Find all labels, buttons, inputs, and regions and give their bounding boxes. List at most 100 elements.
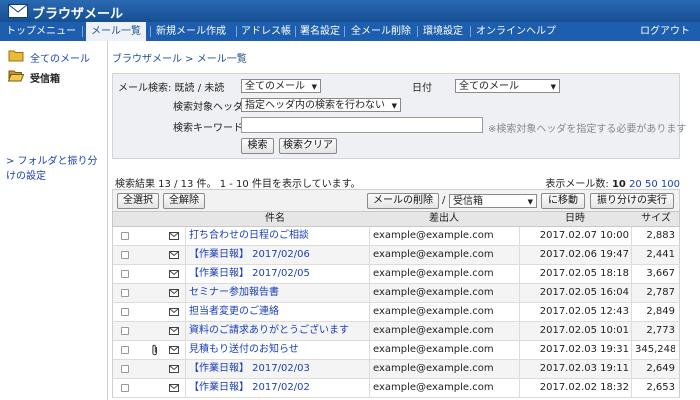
search-clear-button[interactable]: 検索クリア xyxy=(279,138,337,154)
result-count: 検索結果 13 / 13 件。 1 - 10 件目を表示しています。 xyxy=(115,179,361,190)
table-row[interactable]: 【作業日報】 2017/02/03 example@example.com 2017… xyxy=(112,360,680,379)
envelope-icon xyxy=(169,251,179,259)
chevron-down-icon: ▼ xyxy=(391,102,397,110)
nav-signature[interactable]: 署名設定 xyxy=(300,22,340,41)
search-panel: メール検索: 既読 / 未読 全てのメール ▼ 日付 全てのメール ▼ 検索対象… xyxy=(112,73,686,159)
row-checkbox[interactable] xyxy=(121,346,129,354)
mail-date: 2017.02.05 12:43 xyxy=(539,306,629,317)
table-header: 件名 差出人 日時 サイズ xyxy=(112,211,680,227)
column-divider xyxy=(631,284,632,302)
date-select[interactable]: 全てのメール ▼ xyxy=(455,79,560,93)
column-divider xyxy=(519,265,520,283)
sidebar-item-label: 全てのメール xyxy=(30,54,90,65)
mail-size: 2,773 xyxy=(646,325,675,336)
mail-size: 2,441 xyxy=(646,249,675,260)
mail-subject[interactable]: 【作業日報】 2017/02/05 xyxy=(189,265,367,283)
main-nav: トップメニュー メール一覧 新規メール作成 アドレス帳 署名設定 全メール削除 … xyxy=(0,22,700,41)
nav-compose[interactable]: 新規メール作成 xyxy=(156,22,226,41)
column-divider xyxy=(631,227,632,245)
column-divider xyxy=(185,284,186,302)
move-folder-value: 受信箱 xyxy=(453,196,483,207)
row-checkbox[interactable] xyxy=(121,289,129,297)
table-row[interactable]: 【作業日報】 2017/02/06 example@example.com 2017… xyxy=(112,246,680,265)
column-subject[interactable]: 件名 xyxy=(185,212,365,226)
mail-subject[interactable]: 打ち合わせの日程のご相談 xyxy=(189,227,367,245)
column-size[interactable]: サイズ xyxy=(631,212,681,226)
header-select[interactable]: 指定ヘッダ内の検索を行わない ▼ xyxy=(241,98,401,112)
app-title: ブラウザメール xyxy=(32,7,124,22)
row-checkbox[interactable] xyxy=(121,232,129,240)
nav-top-menu[interactable]: トップメニュー xyxy=(6,22,76,41)
column-divider xyxy=(369,341,370,359)
row-checkbox[interactable] xyxy=(121,270,129,278)
table-row[interactable]: 【作業日報】 2017/02/05 example@example.com 2017… xyxy=(112,265,680,284)
mail-subject[interactable]: セミナー参加報告書 xyxy=(189,284,367,302)
table-row[interactable]: 資料のご請求ありがとうございます example@example.com 2017.… xyxy=(112,322,680,341)
column-divider xyxy=(369,246,370,264)
nav-online-help[interactable]: オンラインヘルプ xyxy=(476,22,556,41)
table-row[interactable]: 見積もり送付のお知らせ example@example.com 2017.02.03… xyxy=(112,341,680,360)
deselect-all-button[interactable]: 全解除 xyxy=(163,193,205,209)
envelope-icon xyxy=(169,327,179,335)
row-checkbox[interactable] xyxy=(121,251,129,259)
nav-separator xyxy=(295,26,296,37)
breadcrumb: ブラウザメール > メール一覧 xyxy=(112,54,247,65)
nav-mail-list[interactable]: メール一覧 xyxy=(86,22,146,41)
table-row[interactable]: 【作業日報】 2017/02/02 example@example.com 2017… xyxy=(112,379,680,398)
mail-from: example@example.com xyxy=(373,382,494,393)
nav-settings[interactable]: 環境設定 xyxy=(423,22,463,41)
table-row[interactable]: セミナー参加報告書 example@example.com 2017.02.05 1… xyxy=(112,284,680,303)
row-checkbox[interactable] xyxy=(121,365,129,373)
select-all-button[interactable]: 全選択 xyxy=(117,193,159,209)
row-checkbox[interactable] xyxy=(121,327,129,335)
envelope-icon xyxy=(169,289,179,297)
logout-link[interactable]: ログアウト xyxy=(640,22,690,41)
attachment-icon xyxy=(152,344,157,356)
search-button[interactable]: 検索 xyxy=(241,138,274,154)
row-checkbox[interactable] xyxy=(121,384,129,392)
column-divider xyxy=(369,284,370,302)
column-date[interactable]: 日時 xyxy=(519,212,631,226)
header-label: 検索対象ヘッダ xyxy=(173,102,243,113)
nav-separator xyxy=(344,26,345,37)
chevron-down-icon: ▼ xyxy=(311,83,317,91)
mail-subject[interactable]: 【作業日報】 2017/02/06 xyxy=(189,246,367,264)
column-from[interactable]: 差出人 xyxy=(369,212,519,226)
mail-subject[interactable]: 資料のご請求ありがとうございます xyxy=(189,322,367,340)
mail-date: 2017.02.02 18:32 xyxy=(539,382,629,393)
mail-subject[interactable]: 担当者変更のご連絡 xyxy=(189,303,367,321)
envelope-icon xyxy=(169,384,179,392)
mail-from: example@example.com xyxy=(373,325,494,336)
read-status-select[interactable]: 全てのメール ▼ xyxy=(241,79,321,93)
nav-separator xyxy=(470,26,471,37)
column-divider xyxy=(519,227,520,245)
envelope-icon xyxy=(169,232,179,240)
mail-table: 件名 差出人 日時 サイズ 打ち合わせの日程のご相談 example@exampl… xyxy=(112,211,680,398)
column-divider xyxy=(185,246,186,264)
column-divider xyxy=(519,379,520,397)
table-row[interactable]: 担当者変更のご連絡 example@example.com 2017.02.05 1… xyxy=(112,303,680,322)
table-row[interactable]: 打ち合わせの日程のご相談 example@example.com 2017.02.0… xyxy=(112,227,680,246)
nav-address-book[interactable]: アドレス帳 xyxy=(241,22,291,41)
move-folder-select[interactable]: 受信箱 ▼ xyxy=(449,194,537,208)
nav-delete-all[interactable]: 全メール削除 xyxy=(351,22,411,41)
move-button[interactable]: に移動 xyxy=(541,193,585,209)
sidebar-item-label: 受信箱 xyxy=(30,74,60,85)
column-divider xyxy=(631,265,632,283)
mail-subject[interactable]: 見積もり送付のお知らせ xyxy=(189,341,367,359)
read-status-label: メール検索: 既読 / 未読 xyxy=(118,83,225,94)
chevron-down-icon: ▼ xyxy=(550,83,556,91)
column-divider xyxy=(185,227,186,245)
title-bar: ブラウザメール xyxy=(0,0,700,22)
row-checkbox[interactable] xyxy=(121,308,129,316)
folder-filter-settings-link[interactable]: > フォルダと振り分けの設定 xyxy=(6,154,104,184)
date-value: 全てのメール xyxy=(459,81,519,92)
mail-subject[interactable]: 【作業日報】 2017/02/03 xyxy=(189,360,367,378)
mail-subject[interactable]: 【作業日報】 2017/02/02 xyxy=(189,379,367,397)
column-divider xyxy=(185,379,186,397)
delete-mail-button[interactable]: メールの削除 xyxy=(367,193,439,209)
keyword-input[interactable] xyxy=(241,117,483,133)
mail-size: 2,653 xyxy=(646,382,675,393)
column-divider xyxy=(369,265,370,283)
run-filter-button[interactable]: 振り分けの実行 xyxy=(590,193,674,209)
